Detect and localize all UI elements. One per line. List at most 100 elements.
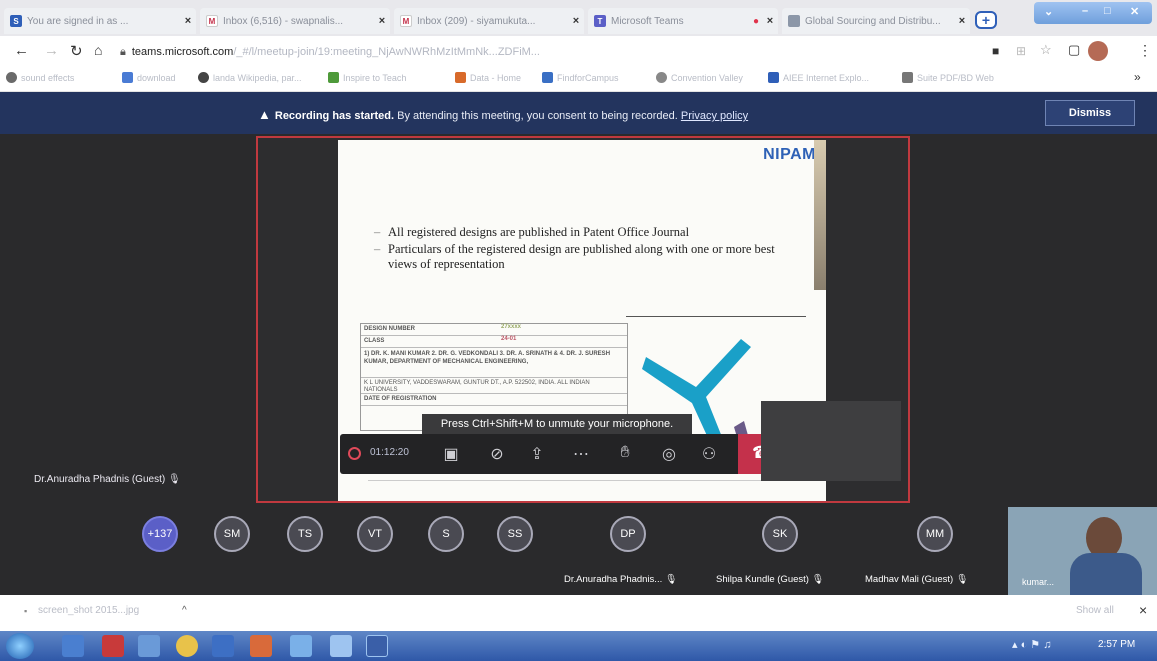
taskbar-app-icon[interactable]: [250, 635, 272, 657]
profile-chevron-icon[interactable]: ⌄: [1044, 5, 1053, 18]
bookmark-favicon-icon: [455, 72, 466, 83]
reload-icon[interactable]: ↻: [70, 42, 83, 60]
tab-close-icon[interactable]: ×: [180, 15, 196, 27]
bookmark-item[interactable]: Inspire to Teach: [328, 72, 406, 83]
home-icon[interactable]: ⌂: [94, 42, 102, 58]
globe-icon: [656, 72, 667, 83]
table-row: CLASS 24-01: [361, 336, 627, 348]
tab-title: Inbox (209) - siyamukuta...: [417, 15, 536, 27]
slide-decoration-strip: [814, 140, 826, 290]
taskbar-app-icon[interactable]: [290, 635, 312, 657]
url-host: teams.microsoft.com: [131, 46, 234, 58]
bookmark-item[interactable]: Convention Valley: [656, 72, 743, 83]
show-all-downloads-link[interactable]: Show all: [1076, 605, 1114, 616]
tab-title: Microsoft Teams: [611, 15, 684, 27]
window-controls: ⌄ – □ ✕: [1034, 2, 1152, 24]
camera-off-icon[interactable]: ▣: [440, 444, 462, 464]
participant-camera-tile[interactable]: kumar...: [1008, 507, 1157, 595]
taskbar-app-icon[interactable]: [330, 635, 352, 657]
browser-tab[interactable]: M Inbox (6,516) - swapnalis... ×: [200, 8, 390, 34]
maximize-icon[interactable]: □: [1104, 5, 1111, 17]
participant-avatar[interactable]: S: [428, 516, 464, 552]
share-screen-icon[interactable]: ⇪: [526, 444, 548, 464]
chrome-icon[interactable]: [176, 635, 198, 657]
slide-divider: [368, 480, 808, 481]
table-row: DESIGN NUMBER 27xxxx: [361, 324, 627, 336]
browser-tab[interactable]: Global Sourcing and Distribu... ×: [782, 8, 970, 34]
chat-icon[interactable]: ◎: [658, 444, 680, 464]
bookmark-favicon-icon: [542, 72, 553, 83]
teams-taskbar-icon[interactable]: [366, 635, 388, 657]
profile-avatar[interactable]: [1088, 41, 1108, 61]
start-button-icon[interactable]: [6, 633, 34, 659]
mic-shortcut-tooltip: Press Ctrl+Shift+M to unmute your microp…: [422, 414, 692, 434]
wikipedia-icon: [198, 72, 209, 83]
tab-close-icon[interactable]: ×: [568, 15, 584, 27]
bookmark-item[interactable]: download: [122, 72, 176, 83]
browser-menu-icon[interactable]: ⋮: [1138, 42, 1152, 59]
browser-tab[interactable]: M Inbox (209) - siyamukuta... ×: [394, 8, 584, 34]
forward-arrow-icon[interactable]: →: [44, 42, 59, 59]
tab-title: Global Sourcing and Distribu...: [805, 15, 941, 27]
globe-icon: [6, 72, 17, 83]
url-field[interactable]: 🔒︎ teams.microsoft.com/_#/l/meetup-join/1…: [120, 42, 980, 62]
download-options-chevron-icon[interactable]: ^: [182, 605, 187, 616]
raise-hand-icon[interactable]: ✋︎: [614, 444, 636, 462]
tab-close-icon[interactable]: ×: [762, 15, 778, 27]
privacy-policy-link[interactable]: Privacy policy: [681, 110, 748, 122]
translate-icon[interactable]: ⊞: [1016, 44, 1026, 58]
bookmark-star-icon[interactable]: ☆: [1040, 42, 1052, 58]
browser-tab[interactable]: S You are signed in as ... ×: [4, 8, 196, 34]
new-tab-button[interactable]: +: [975, 11, 997, 29]
recording-icon: [348, 447, 361, 460]
bookmark-item[interactable]: sound effects: [6, 72, 74, 83]
slide-bullet: – Particulars of the registered design ar…: [374, 242, 775, 271]
bookmarks-overflow-button[interactable]: »: [1134, 70, 1141, 84]
bookmark-item[interactable]: Data - Home: [455, 72, 521, 83]
camera-in-use-icon[interactable]: ■: [992, 44, 999, 58]
dismiss-button[interactable]: Dismiss: [1045, 100, 1135, 126]
taskbar-app-icon[interactable]: [212, 635, 234, 657]
overflow-participants-badge[interactable]: +137: [142, 516, 178, 552]
system-tray-icons[interactable]: ▴ ◐ ⚑ ♫: [1012, 638, 1051, 651]
pdf-app-icon[interactable]: [102, 635, 124, 657]
mic-muted-icon[interactable]: ⊘: [486, 444, 508, 464]
meeting-controls-bar: 01:12:20 ▣ ⊘ ⇪ ⋯ ✋︎ ◎ ⚇ ☎︎: [340, 434, 784, 474]
close-download-shelf-icon[interactable]: ×: [1139, 602, 1147, 618]
taskbar-clock[interactable]: 2:57 PM: [1098, 639, 1135, 650]
participant-avatar[interactable]: SK: [762, 516, 798, 552]
tab-close-icon[interactable]: ×: [374, 15, 390, 27]
more-actions-icon[interactable]: ⋯: [570, 444, 592, 464]
participant-avatar[interactable]: VT: [357, 516, 393, 552]
bookmark-item[interactable]: Suite PDF/BD Web: [902, 72, 994, 83]
participant-avatar[interactable]: SM: [214, 516, 250, 552]
mic-icon: 🎙︎: [167, 474, 181, 485]
tab-title: Inbox (6,516) - swapnalis...: [223, 15, 344, 27]
back-arrow-icon[interactable]: ←: [14, 42, 29, 59]
gmail-icon: M: [206, 15, 218, 27]
close-window-icon[interactable]: ✕: [1130, 5, 1139, 18]
bookmark-item[interactable]: landa Wikipedia, par...: [198, 72, 302, 83]
table-row: K L UNIVERSITY, VADDESWARAM, GUNTUR DT.,…: [361, 378, 627, 394]
recording-indicator-icon: ●: [752, 15, 759, 27]
file-icon: ▪: [24, 606, 28, 616]
participant-camera-body: [1070, 553, 1142, 595]
participant-avatar[interactable]: MM: [917, 516, 953, 552]
tab-close-icon[interactable]: ×: [954, 15, 970, 27]
explorer-icon[interactable]: [62, 635, 84, 657]
browser-tab-active[interactable]: T Microsoft Teams ● ×: [588, 8, 778, 34]
download-filename[interactable]: screen_shot 2015...jpg: [38, 605, 139, 616]
participant-avatar[interactable]: DP: [610, 516, 646, 552]
url-path: /_#/l/meetup-join/19:meeting_NjAwNWRhMzI…: [233, 46, 540, 58]
bookmark-item[interactable]: AIEE Internet Explo...: [768, 72, 869, 83]
participants-icon[interactable]: ⚇: [698, 444, 720, 464]
participant-name-label: kumar...: [1022, 577, 1055, 587]
taskbar-app-icon[interactable]: [138, 635, 160, 657]
participant-avatar[interactable]: TS: [287, 516, 323, 552]
minimize-icon[interactable]: –: [1082, 5, 1088, 17]
reading-list-icon[interactable]: ▢: [1068, 42, 1080, 58]
download-icon: [122, 72, 133, 83]
bookmark-item[interactable]: FindforCampus: [542, 72, 619, 83]
tab-title: You are signed in as ...: [27, 15, 129, 27]
participant-avatar[interactable]: SS: [497, 516, 533, 552]
